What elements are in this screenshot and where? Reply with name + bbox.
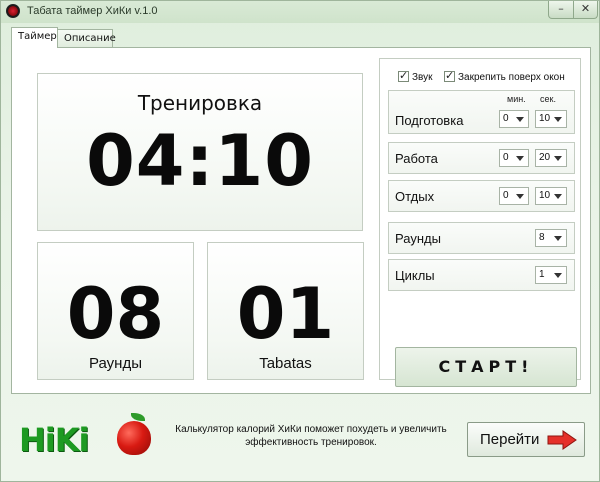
title-bar[interactable]: Табата таймер ХиКи v.1.0 – ✕ [1, 1, 599, 23]
prep-label: Подготовка [395, 113, 464, 128]
sound-checkbox[interactable]: Звук [398, 69, 433, 83]
work-sec-select[interactable]: 20 [535, 149, 567, 167]
chevron-down-icon [554, 117, 562, 122]
leaf-icon [131, 413, 145, 421]
tabatas-caption: Tabatas [259, 355, 312, 372]
cycles-select[interactable]: 1 [535, 266, 567, 284]
chevron-down-icon [516, 117, 524, 122]
chevron-down-icon [554, 236, 562, 241]
window-title: Табата таймер ХиКи v.1.0 [27, 5, 158, 17]
tab-timer[interactable]: Таймер [11, 27, 58, 48]
chevron-down-icon [554, 156, 562, 161]
apple-icon [117, 421, 151, 455]
time-readout: 04:10 [86, 120, 314, 202]
cycles-label: Циклы [395, 268, 435, 283]
arrow-right-icon [547, 430, 577, 450]
close-button[interactable]: ✕ [573, 1, 598, 19]
timer-tab-panel: Тренировка 04:10 08 Раунды 01 Tabatas Зв… [11, 47, 591, 394]
rounds-display-panel: 08 Раунды [37, 242, 194, 380]
prep-min-select[interactable]: 0 [499, 110, 529, 128]
stage-label: Тренировка [137, 91, 263, 115]
hiki-logo[interactable]: HiKi [19, 411, 159, 461]
go-button-label: Перейти [480, 431, 540, 448]
tabatas-display-panel: 01 Tabatas [207, 242, 364, 380]
rounds-counter: 08 [66, 273, 165, 355]
check-icon[interactable] [398, 69, 409, 82]
work-group: Работа 0 20 [388, 142, 575, 174]
chevron-down-icon [516, 156, 524, 161]
chevron-down-icon [516, 194, 524, 199]
rounds-select[interactable]: 8 [535, 229, 567, 247]
rounds-group: Раунды 8 [388, 222, 575, 254]
cycles-group: Циклы 1 [388, 259, 575, 291]
sec-unit-label: сек. [540, 94, 556, 104]
min-unit-label: мин. [507, 94, 526, 104]
app-icon [6, 4, 20, 18]
chevron-down-icon [554, 194, 562, 199]
tab-description[interactable]: Описание [57, 29, 116, 47]
ontop-label: Закрепить поверх окон [458, 72, 565, 83]
go-button[interactable]: Перейти [467, 422, 585, 457]
promo-text: Калькулятор калорий ХиКи поможет похудет… [175, 424, 447, 448]
work-min-select[interactable]: 0 [499, 149, 529, 167]
minimize-button[interactable]: – [548, 1, 574, 19]
rest-min-select[interactable]: 0 [499, 187, 529, 205]
settings-panel: Звук Закрепить поверх окон мин. сек. Под… [379, 58, 581, 387]
tabatas-counter: 01 [236, 273, 335, 355]
rounds-setting-label: Раунды [395, 231, 441, 246]
prep-group: мин. сек. Подготовка 0 10 [388, 90, 575, 134]
ontop-checkbox[interactable]: Закрепить поверх окон [444, 69, 565, 83]
timer-display-panel: Тренировка 04:10 [37, 73, 363, 231]
rest-label: Отдых [395, 189, 435, 204]
start-button[interactable]: СТАРТ! [395, 347, 577, 387]
work-label: Работа [395, 151, 438, 166]
logo-text: HiKi [19, 421, 90, 459]
rounds-caption: Раунды [89, 355, 142, 372]
sound-label: Звук [412, 72, 433, 83]
prep-sec-select[interactable]: 10 [535, 110, 567, 128]
app-window: Табата таймер ХиКи v.1.0 – ✕ Таймер Опис… [0, 0, 600, 482]
chevron-down-icon [554, 273, 562, 278]
rest-sec-select[interactable]: 10 [535, 187, 567, 205]
check-icon[interactable] [444, 69, 455, 82]
rest-group: Отдых 0 10 [388, 180, 575, 212]
